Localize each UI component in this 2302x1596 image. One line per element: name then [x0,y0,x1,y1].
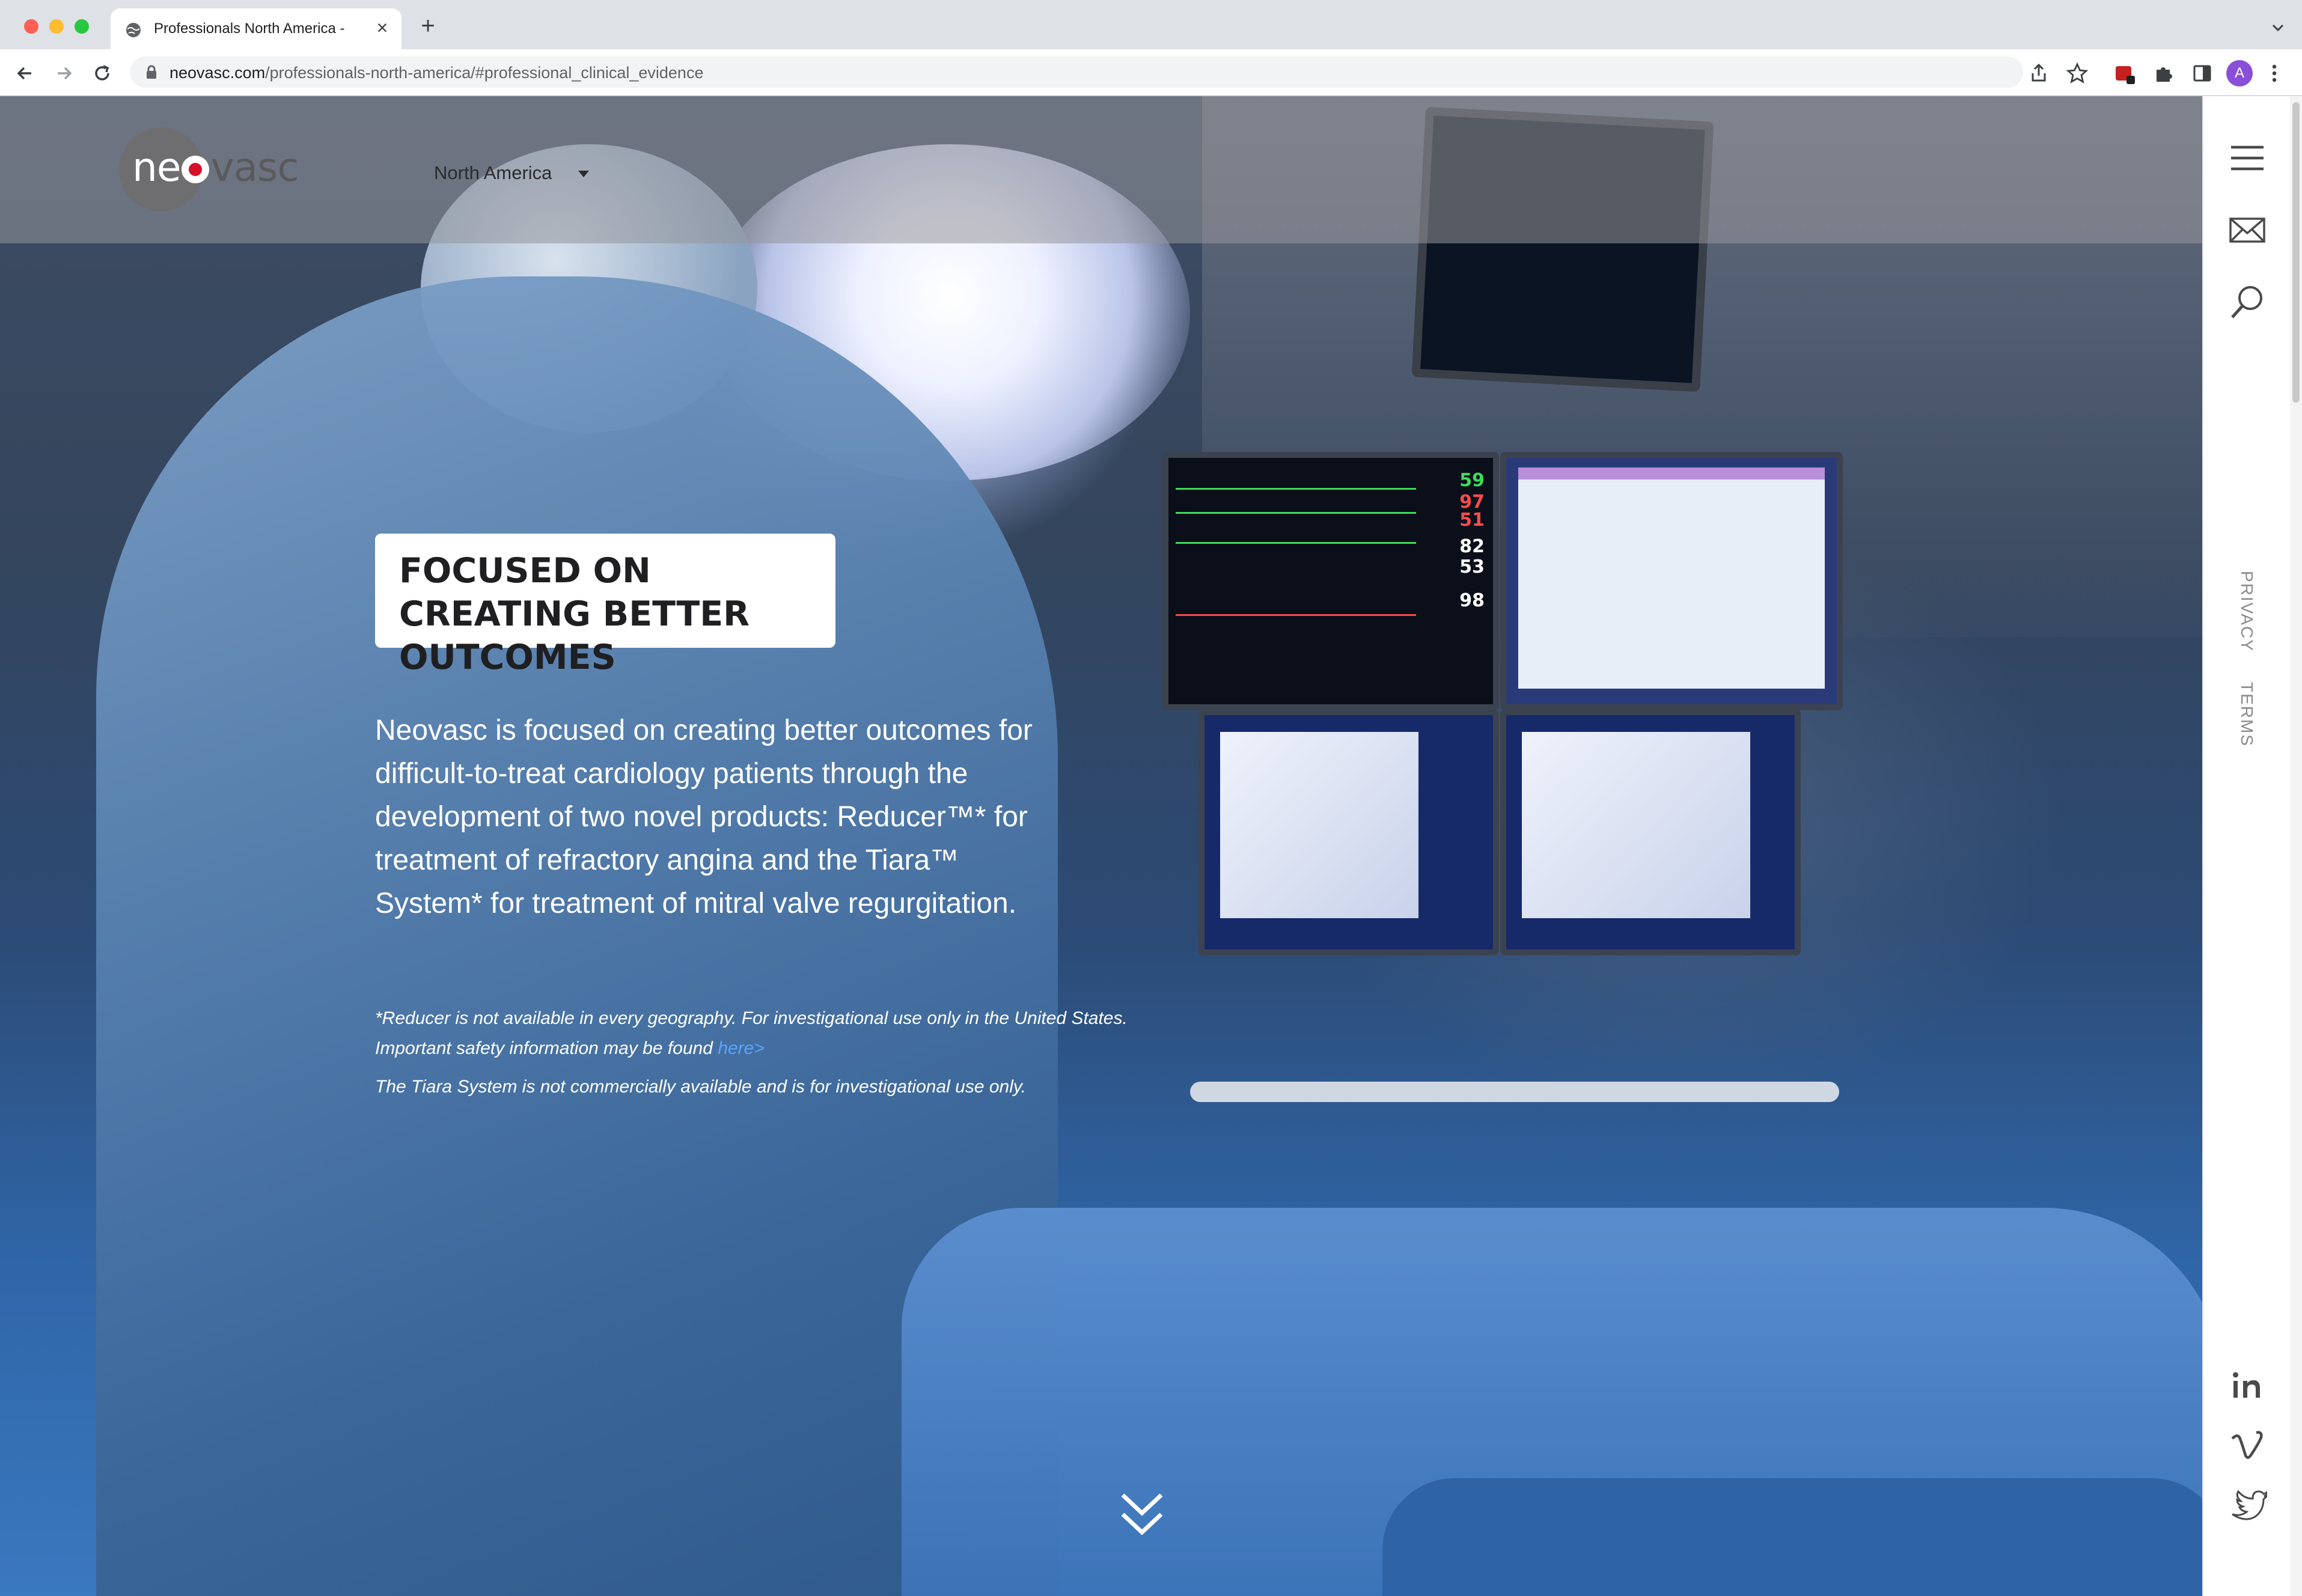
page-scrollbar[interactable] [2290,96,2302,1596]
scrollbar-thumb[interactable] [2292,102,2300,403]
side-rail: PRIVACY TERMS [2202,96,2290,1596]
region-selector[interactable]: North America [434,162,552,184]
linkedin-icon[interactable] [2227,1365,2267,1405]
records-monitor [1500,452,1843,710]
xray-monitor-right [1500,709,1801,955]
browser-toolbar: neovasc.com/professionals-north-america/… [0,49,2302,96]
puzzle-icon[interactable] [2152,61,2176,85]
globe-icon [126,23,141,37]
lock-icon[interactable] [145,65,157,79]
twitter-icon[interactable] [2227,1485,2267,1525]
caret-down-icon[interactable] [578,171,589,177]
search-icon[interactable] [2227,282,2267,322]
forward-icon[interactable] [52,61,76,85]
disclaimer-safety: Important safety information may be foun… [375,1038,765,1058]
mail-icon[interactable] [2227,210,2267,250]
menu-icon[interactable] [2267,61,2282,85]
vital-value: 82 [1459,536,1485,557]
privacy-link[interactable]: PRIVACY [2237,571,2256,652]
sidepanel-icon[interactable] [2190,61,2214,85]
hamburger-menu-icon[interactable] [2227,138,2267,178]
vital-value: 59 [1459,470,1485,491]
neovasc-logo[interactable]: ne vasc [119,127,299,212]
disclaimer-tiara: The Tiara System is not commercially ava… [375,1077,1026,1097]
intro-paragraph: Neovasc is focused on creating better ou… [375,714,1033,919]
back-icon[interactable] [13,61,37,85]
tab-close-button[interactable]: × [371,17,393,38]
tab-title: Professionals North America - [154,20,345,37]
share-icon[interactable] [2027,61,2051,85]
vital-value: 98 [1459,590,1485,611]
logo-dot-icon [182,156,210,183]
new-tab-button[interactable]: + [416,14,440,38]
page-title: FOCUSED ON CREATING BETTER OUTCOMES [399,551,750,677]
disclaimer-reducer: *Reducer is not available in every geogr… [375,1008,1128,1028]
url-text: neovasc.com/professionals-north-america/… [169,64,704,82]
disclaimer: *Reducer is not available in every geogr… [375,1004,1313,1102]
hero-section: 59 97 51 82 53 98 ne vasc North America F… [0,96,2202,1596]
xray-monitor-left [1198,709,1499,955]
terms-link[interactable]: TERMS [2237,682,2256,747]
extension-icon[interactable] [2113,61,2137,85]
page-viewport: 59 97 51 82 53 98 ne vasc North America F… [0,96,2302,1596]
tab-search-chevron-icon[interactable] [2268,18,2288,37]
vital-value: 51 [1459,510,1485,531]
site-header: ne vasc North America [0,96,2202,243]
headline-card: FOCUSED ON CREATING BETTER OUTCOMES [375,534,835,677]
window-zoom-button[interactable] [75,19,89,34]
profile-avatar[interactable]: A [2226,60,2253,87]
address-bar[interactable]: neovasc.com/professionals-north-america/… [130,56,2023,88]
window-close-button[interactable] [24,19,38,34]
vimeo-icon[interactable] [2227,1425,2267,1465]
safety-info-link[interactable]: here> [718,1038,765,1058]
vital-value: 53 [1459,556,1485,577]
vitals-monitor: 59 97 51 82 53 98 [1162,452,1499,710]
window-minimize-button[interactable] [49,19,64,34]
browser-tab-bar: Professionals North America - × + [0,0,2302,49]
star-icon[interactable] [2065,61,2089,85]
chevron-down-double-icon[interactable] [1119,1490,1165,1538]
browser-tab-active[interactable]: Professionals North America - × [111,8,401,49]
patient-drape-front [1382,1478,2202,1596]
reload-icon[interactable] [90,61,114,85]
